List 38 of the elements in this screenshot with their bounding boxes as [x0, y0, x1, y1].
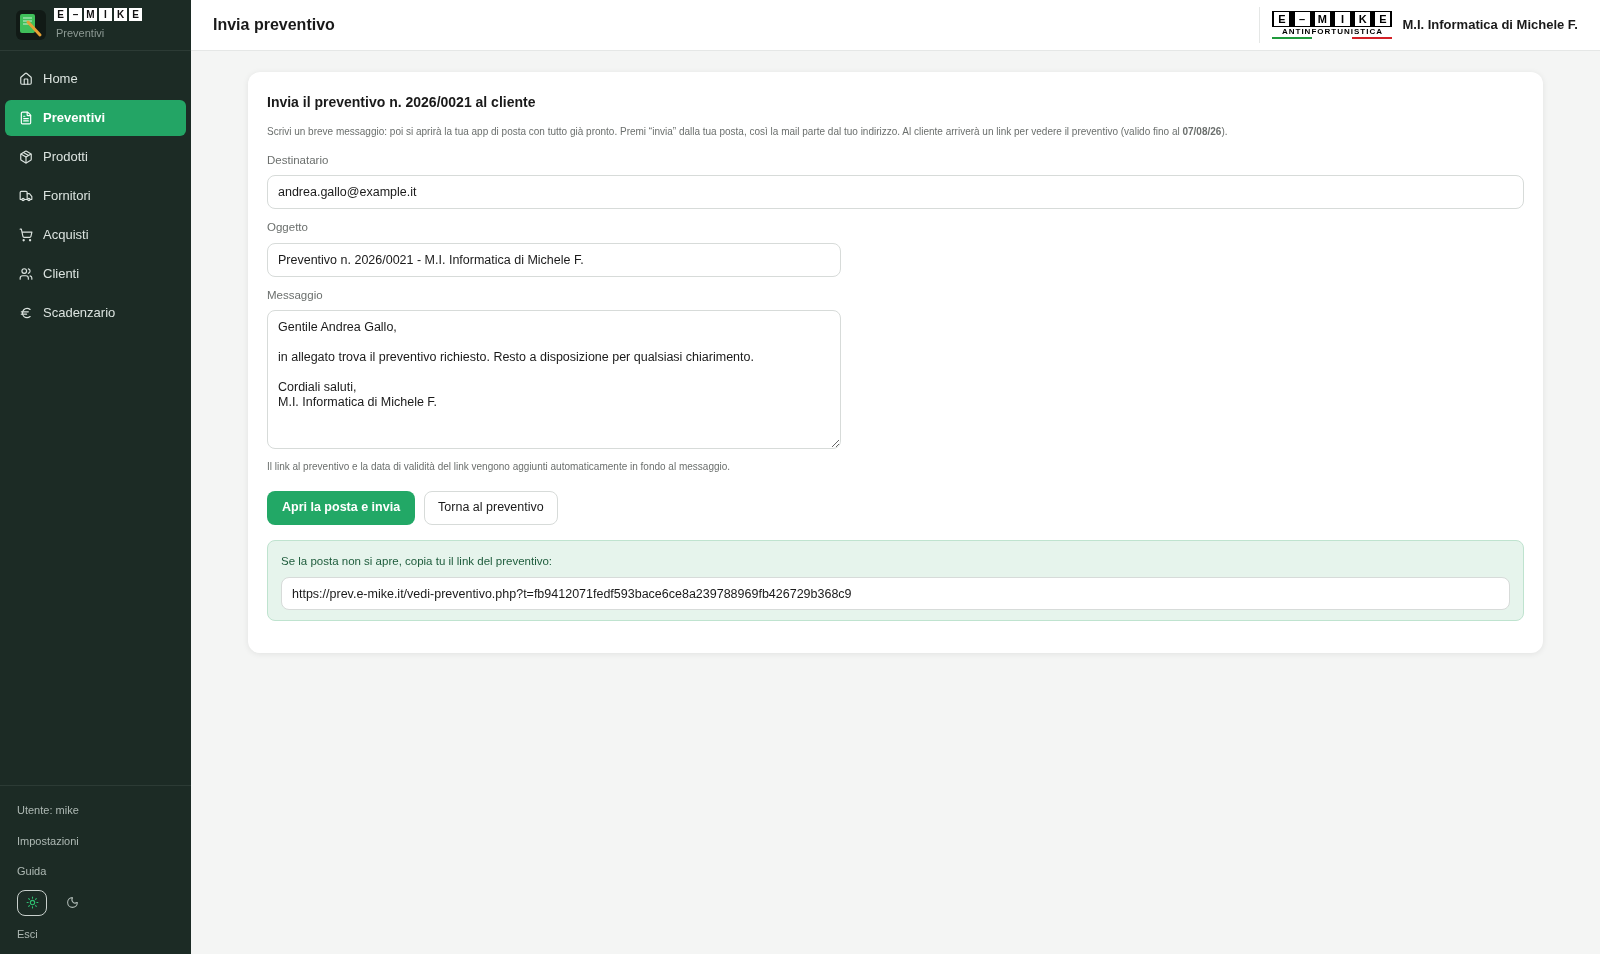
- nav-item[interactable]: Scadenzario: [5, 295, 186, 331]
- brand-logo: E – M I K E: [54, 8, 142, 22]
- app-logo-icon: [16, 10, 46, 40]
- light-theme-button[interactable]: [17, 889, 47, 916]
- sidebar-link[interactable]: Impostazioni: [17, 832, 174, 849]
- truck-icon: [19, 189, 33, 203]
- page-title: Invia preventivo: [213, 15, 336, 35]
- user-label: Utente: mike: [17, 803, 80, 818]
- company-name: M.I. Informatica di Michele F.: [1402, 16, 1578, 35]
- box-icon: [19, 150, 33, 164]
- intro-text: Scrivi un breve messaggio: poi si aprirà la tua app di posta con tutto già pronto. Premi “invia” dalla tua posta, così la mail parte dal tuo indirizzo. Al cliente arriverà un link per vedere il preventivo (valido fino al 07/08/26).: [267, 125, 1229, 139]
- nav-item[interactable]: Prodotti: [5, 139, 186, 175]
- document-icon: [19, 111, 33, 125]
- fallback-text: Se la posta non si apre, copia tu il link del preventivo:: [281, 553, 554, 569]
- sun-icon: [25, 896, 39, 909]
- back-button[interactable]: Torna al preventivo: [424, 490, 558, 525]
- euro-icon: [19, 306, 33, 320]
- nav-item[interactable]: Fornitori: [5, 178, 186, 214]
- sidebar-link[interactable]: Guida: [17, 863, 174, 880]
- hint-text: Il link al preventivo e la data di validità del link vengono aggiunti automaticamente in fondo al messaggio.: [267, 459, 732, 474]
- nav-item[interactable]: Clienti: [5, 256, 186, 292]
- moon-icon: [65, 896, 79, 909]
- cart-icon: [19, 228, 33, 242]
- nav-item[interactable]: Home: [5, 61, 186, 97]
- logout-link[interactable]: Esci: [17, 925, 174, 942]
- card-title: Invia il preventivo n. 2026/0021 al cliente: [267, 93, 537, 112]
- message-field[interactable]: Gentile Andrea Gallo, in allegato trova il preventivo richiesto. Resto a disposizione per qualsiasi chiarimento. Cordiali saluti, M.I. Informatica di Michele F.: [267, 309, 841, 449]
- company-logo: E – M I K E ANTINFORTUNISTICA: [1272, 11, 1393, 39]
- home-icon: [19, 72, 33, 86]
- app-name: Preventivi: [56, 26, 106, 42]
- nav-item[interactable]: Acquisti: [5, 217, 186, 253]
- field-label: Destinatario: [267, 153, 330, 168]
- field-label: Messaggio: [267, 287, 324, 303]
- recipient-field[interactable]: andrea.gallo@example.it: [267, 175, 1524, 210]
- subject-field[interactable]: Preventivo n. 2026/0021 - M.I. Informatica di Michele F.: [267, 242, 841, 277]
- field-label: Oggetto: [267, 220, 309, 236]
- users-icon: [19, 267, 33, 281]
- link-field[interactable]: https://prev.e-mike.it/vedi-preventivo.php?t=fb9412071fedf593bace6ce8a239788969fb426729b368c9: [281, 577, 1510, 610]
